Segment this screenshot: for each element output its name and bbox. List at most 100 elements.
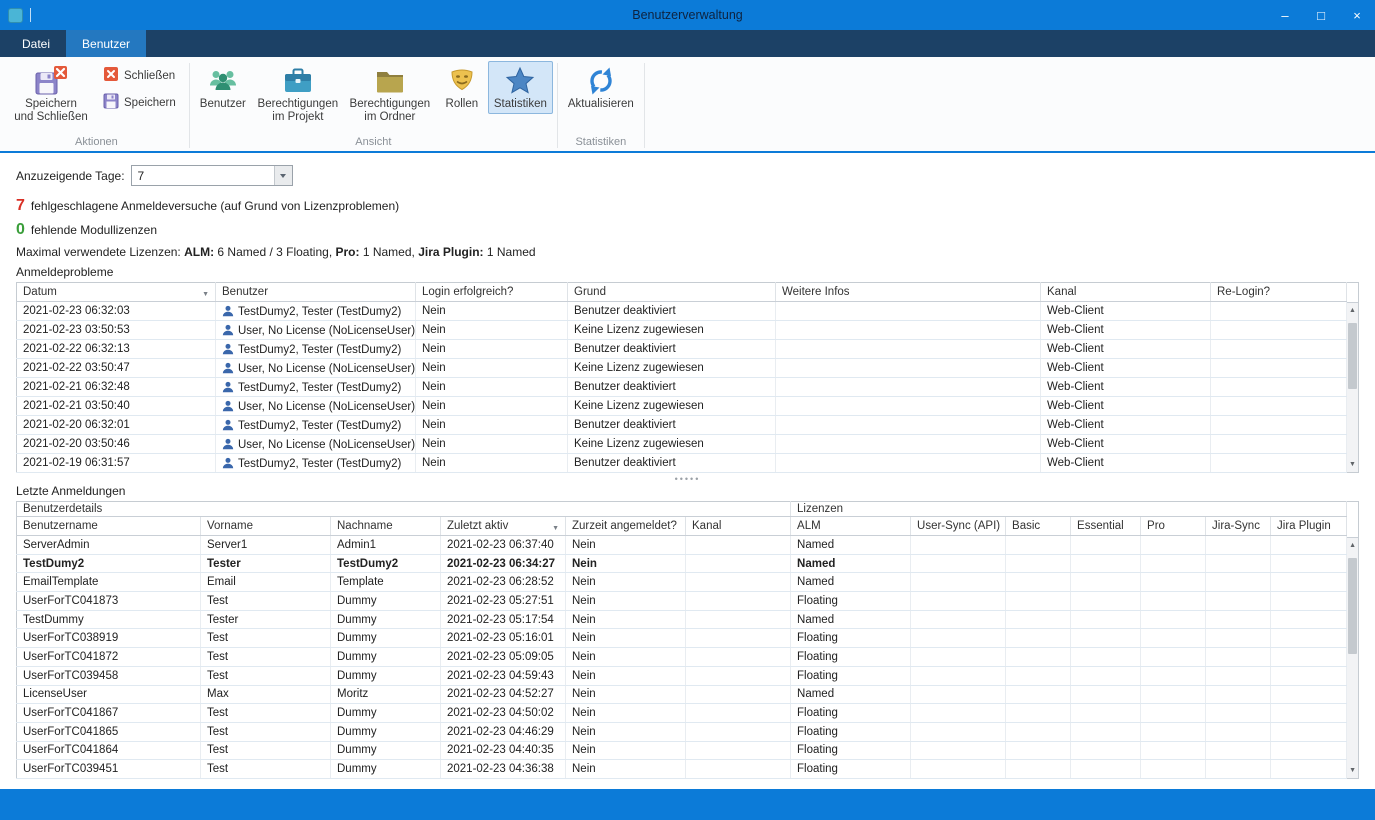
tab-datei[interactable]: Datei [6, 30, 66, 57]
scrollbar-thumb[interactable] [1348, 558, 1357, 654]
tab-benutzer[interactable]: Benutzer [66, 30, 146, 57]
days-value: 7 [132, 169, 274, 183]
login-problem-row[interactable]: 2021-02-20 06:32:01 TestDumy2, Tester (T… [17, 416, 1347, 435]
berechtigungen-projekt-button[interactable]: Berechtigungen im Projekt [252, 61, 344, 126]
column-header[interactable]: Jira Plugin [1271, 517, 1347, 536]
cell-zuletzt-aktiv: 2021-02-23 05:17:54 [441, 610, 566, 629]
cell-benutzername: TestDumy2 [17, 554, 201, 573]
status-bar [0, 789, 1375, 820]
last-login-row[interactable]: UserForTC038919 Test Dummy 2021-02-23 05… [17, 629, 1347, 648]
maximize-button[interactable]: □ [1303, 0, 1339, 30]
statistiken-button[interactable]: Statistiken [488, 61, 553, 114]
column-header[interactable]: Zurzeit angemeldet? [566, 517, 686, 536]
last-login-row[interactable]: UserForTC039458 Test Dummy 2021-02-23 04… [17, 666, 1347, 685]
cell-benutzername: UserForTC041867 [17, 704, 201, 723]
column-header[interactable]: Login erfolgreich? [416, 283, 568, 302]
cell-user-sync [911, 536, 1006, 555]
last-login-row[interactable]: UserForTC041865 Test Dummy 2021-02-23 04… [17, 722, 1347, 741]
column-header[interactable]: Pro [1141, 517, 1206, 536]
cell-pro [1141, 648, 1206, 667]
aktualisieren-button[interactable]: Aktualisieren [562, 61, 640, 114]
scroll-up-button[interactable]: ▲ [1347, 538, 1358, 553]
minimize-button[interactable]: – [1267, 0, 1303, 30]
last-login-row[interactable]: TestDumy2 Tester TestDumy2 2021-02-23 06… [17, 554, 1347, 573]
last-login-row[interactable]: TestDummy Tester Dummy 2021-02-23 05:17:… [17, 610, 1347, 629]
cell-alm: Named [791, 685, 911, 704]
column-header[interactable]: User-Sync (API) [911, 517, 1006, 536]
scroll-down-button[interactable]: ▼ [1347, 763, 1358, 778]
last-login-row[interactable]: UserForTC041864 Test Dummy 2021-02-23 04… [17, 741, 1347, 760]
save-and-close-label: Speichern und Schließen [14, 98, 88, 123]
cell-kanal [686, 666, 791, 685]
column-header[interactable]: Nachname [331, 517, 441, 536]
cell-zuletzt-aktiv: 2021-02-23 06:37:40 [441, 536, 566, 555]
cell-weitere-infos [776, 397, 1041, 416]
scroll-down-button[interactable]: ▼ [1347, 457, 1358, 472]
login-problem-row[interactable]: 2021-02-23 03:50:53 User, No License (No… [17, 321, 1347, 340]
scrollbar-track[interactable] [1347, 553, 1358, 763]
days-label: Anzuzeigende Tage: [16, 169, 125, 183]
column-header[interactable]: Jira-Sync [1206, 517, 1271, 536]
benutzer-view-button[interactable]: Benutzer [194, 61, 252, 114]
save-and-close-button[interactable]: Speichern und Schließen [8, 61, 94, 126]
cell-kanal [686, 610, 791, 629]
column-header[interactable]: Essential [1071, 517, 1141, 536]
vertical-scrollbar[interactable]: ▲ ▼ [1347, 282, 1359, 473]
column-header[interactable]: Re-Login? [1211, 283, 1347, 302]
combo-dropdown-button[interactable] [274, 166, 292, 185]
vertical-scrollbar[interactable]: ▲ ▼ [1347, 501, 1359, 779]
rollen-button[interactable]: Rollen [436, 61, 488, 114]
column-header[interactable]: Zuletzt aktiv▼ [441, 517, 566, 536]
column-header[interactable]: Datum▼ [17, 283, 216, 302]
cell-pro [1141, 666, 1206, 685]
last-login-row[interactable]: ServerAdmin Server1 Admin1 2021-02-23 06… [17, 536, 1347, 555]
column-header[interactable]: Benutzername [17, 517, 201, 536]
berechtigungen-ordner-button[interactable]: Berechtigungen im Ordner [344, 61, 436, 126]
login-problem-row[interactable]: 2021-02-23 06:32:03 TestDumy2, Tester (T… [17, 302, 1347, 321]
cell-nachname: Dummy [331, 760, 441, 779]
days-combobox[interactable]: 7 [131, 165, 293, 186]
benutzer-name-text: TestDumy2, Tester (TestDumy2) [238, 458, 401, 470]
column-header[interactable]: Kanal [1041, 283, 1211, 302]
login-problem-row[interactable]: 2021-02-19 06:31:57 TestDumy2, Tester (T… [17, 454, 1347, 473]
column-header[interactable]: Vorname [201, 517, 331, 536]
main-content: Anzuzeigende Tage: 7 7 fehlgeschlagene A… [0, 153, 1375, 789]
save-button[interactable]: Speichern [100, 92, 179, 113]
column-header[interactable]: Benutzer [216, 283, 416, 302]
last-login-row[interactable]: UserForTC041867 Test Dummy 2021-02-23 04… [17, 704, 1347, 723]
cell-grund: Keine Lizenz zugewiesen [568, 321, 776, 340]
login-problem-row[interactable]: 2021-02-21 03:50:40 User, No License (No… [17, 397, 1347, 416]
column-header[interactable]: Basic [1006, 517, 1071, 536]
cell-benutzername: UserForTC041872 [17, 648, 201, 667]
cell-jira-sync [1206, 592, 1271, 611]
login-problem-row[interactable]: 2021-02-22 03:50:47 User, No License (No… [17, 359, 1347, 378]
column-header[interactable]: Weitere Infos [776, 283, 1041, 302]
last-login-row[interactable]: EmailTemplate Email Template 2021-02-23 … [17, 573, 1347, 592]
scrollbar-thumb[interactable] [1348, 323, 1357, 389]
column-header[interactable]: ALM [791, 517, 911, 536]
column-header[interactable]: Grund [568, 283, 776, 302]
close-label: Schließen [124, 70, 175, 82]
close-button[interactable]: Schließen [100, 65, 179, 86]
login-problem-row[interactable]: 2021-02-21 06:32:48 TestDumy2, Tester (T… [17, 378, 1347, 397]
cell-datum: 2021-02-23 03:50:53 [17, 321, 216, 340]
failed-logins-count: 7 [16, 197, 25, 215]
last-login-row[interactable]: UserForTC039451 Test Dummy 2021-02-23 04… [17, 760, 1347, 779]
login-problem-row[interactable]: 2021-02-22 06:32:13 TestDumy2, Tester (T… [17, 340, 1347, 359]
last-login-row[interactable]: LicenseUser Max Moritz 2021-02-23 04:52:… [17, 685, 1347, 704]
scroll-up-button[interactable]: ▲ [1347, 303, 1358, 318]
close-window-button[interactable]: × [1339, 0, 1375, 30]
license-jira-key: Jira Plugin: [418, 245, 483, 259]
cell-weitere-infos [776, 321, 1041, 340]
ribbon-tabstrip: Datei Benutzer [0, 30, 1375, 57]
save-and-close-icon [35, 66, 67, 96]
cell-jira-plugin [1271, 741, 1347, 760]
login-problem-row[interactable]: 2021-02-20 03:50:46 User, No License (No… [17, 435, 1347, 454]
column-header[interactable]: Kanal [686, 517, 791, 536]
last-login-row[interactable]: UserForTC041872 Test Dummy 2021-02-23 05… [17, 648, 1347, 667]
last-login-row[interactable]: UserForTC041873 Test Dummy 2021-02-23 05… [17, 592, 1347, 611]
horizontal-splitter[interactable]: ••••• [16, 473, 1359, 485]
scrollbar-track[interactable] [1347, 318, 1358, 457]
scroll-down-icon: ▼ [1349, 767, 1356, 774]
cell-nachname: Dummy [331, 610, 441, 629]
